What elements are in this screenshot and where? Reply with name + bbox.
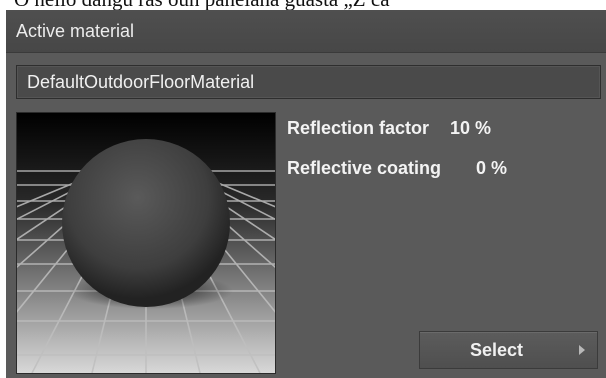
panel-header: Active material — [6, 10, 606, 53]
select-button-label: Select — [470, 340, 524, 360]
reflective-coating-label: Reflective coating — [287, 158, 442, 178]
active-material-panel: Active material DefaultOutdoorFloorMater… — [6, 10, 606, 378]
document-text: O nello dangu ras oun panelana guasta „Z… — [14, 0, 390, 10]
material-preview-image — [17, 113, 275, 373]
arrow-right-icon — [579, 345, 585, 355]
material-name: DefaultOutdoorFloorMaterial — [27, 72, 255, 92]
reflection-factor-value: 10 % — [450, 118, 492, 138]
material-preview — [16, 112, 276, 374]
reflective-coating-value: 0 % — [476, 158, 508, 178]
select-button[interactable]: Select — [419, 331, 598, 369]
material-name-field: DefaultOutdoorFloorMaterial — [16, 65, 601, 99]
document-text-strip: O nello dangu ras oun panelana guasta „Z… — [0, 0, 606, 10]
panel-title: Active material — [16, 21, 135, 41]
reflection-factor-label: Reflection factor — [287, 118, 430, 138]
